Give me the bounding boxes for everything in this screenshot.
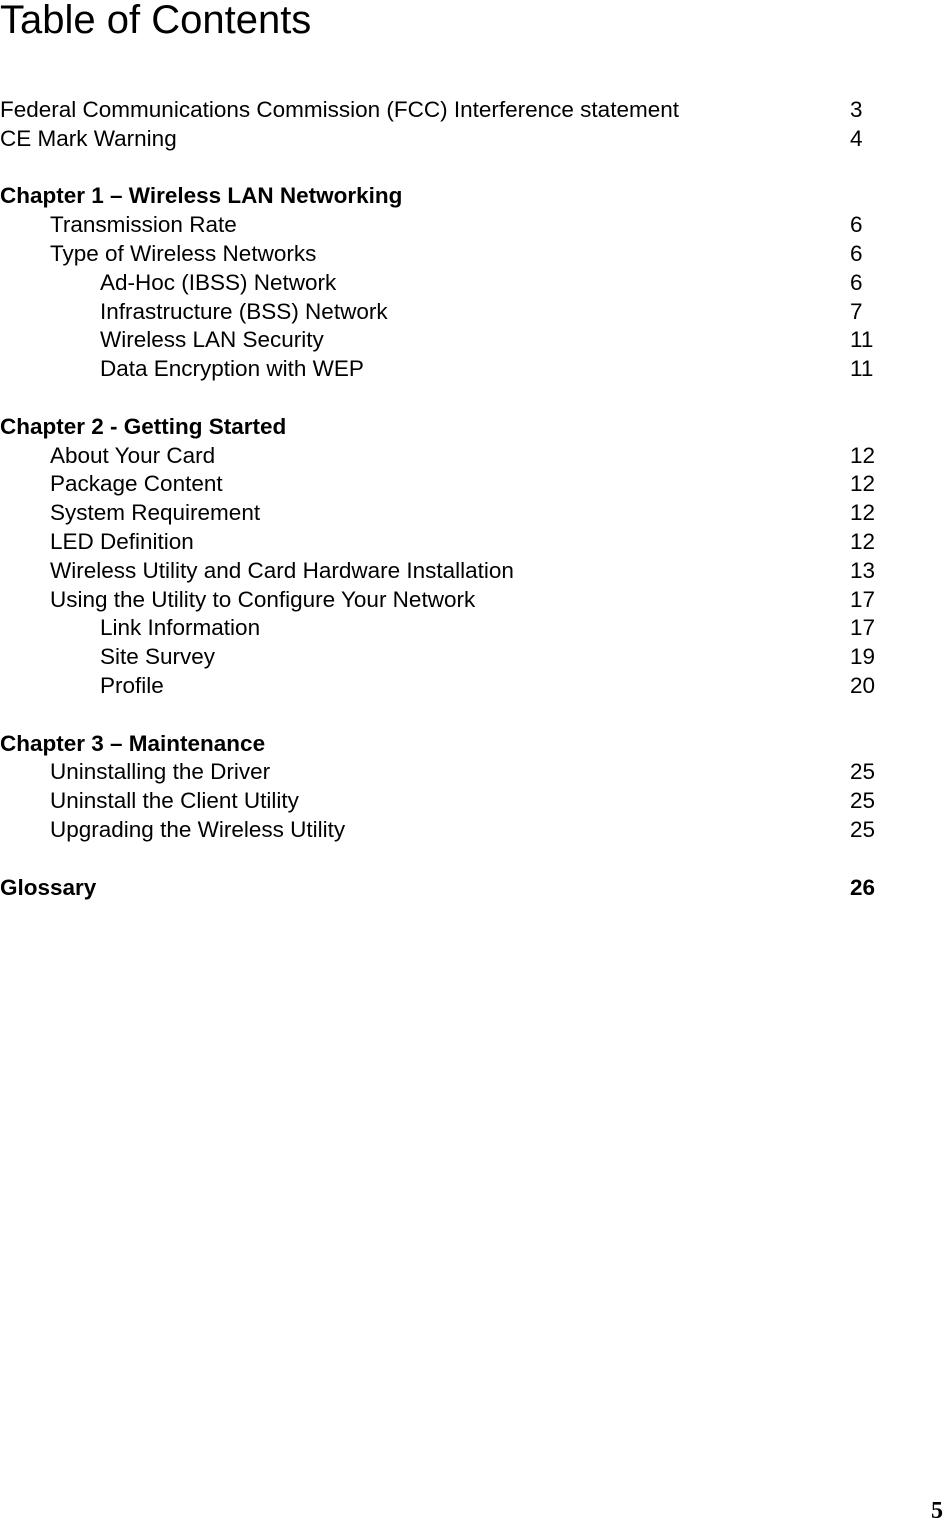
toc-spacer: [0, 154, 943, 183]
toc-entry[interactable]: About Your Card 12: [0, 442, 943, 471]
toc-entry[interactable]: Wireless Utility and Card Hardware Insta…: [0, 557, 943, 586]
toc-entry-label: Uninstalling the Driver: [50, 759, 271, 785]
toc-entry-page: 26: [850, 874, 876, 900]
toc-entry-page: 25: [850, 816, 876, 842]
toc-entry-label: Infrastructure (BSS) Network: [100, 298, 388, 324]
toc-entry-label: Wireless LAN Security: [100, 327, 324, 353]
toc-entry-page: 25: [850, 759, 876, 785]
toc-entry-label: Chapter 3 – Maintenance: [0, 730, 266, 756]
toc-entry-page: 17: [850, 586, 876, 612]
toc-entry-label: Link Information: [100, 615, 261, 641]
toc-entry-page: 19: [850, 644, 876, 670]
toc-entry[interactable]: Uninstalling the Driver 25: [0, 758, 943, 787]
toc-entry-page: 6: [850, 269, 863, 295]
toc-entry-label: Data Encryption with WEP: [100, 356, 364, 382]
toc-entry[interactable]: Profile 20: [0, 672, 943, 701]
toc-entry-label: CE Mark Warning: [0, 125, 177, 151]
toc-entry-label: Type of Wireless Networks: [50, 240, 317, 266]
toc-entry[interactable]: Infrastructure (BSS) Network 7: [0, 298, 943, 327]
toc-entry-label: Transmission Rate: [50, 212, 237, 238]
toc-entry-page: 17: [850, 615, 876, 641]
toc-entry-label: Site Survey: [100, 644, 216, 670]
toc-entry[interactable]: Federal Communications Commission (FCC) …: [0, 96, 943, 125]
toc-chapter-entry[interactable]: Glossary 26: [0, 874, 943, 903]
toc-entry-label: Ad-Hoc (IBSS) Network: [100, 269, 337, 295]
toc-spacer: [0, 384, 943, 413]
toc-entry-page: 4: [850, 125, 863, 151]
toc-entry[interactable]: Site Survey 19: [0, 643, 943, 672]
toc-chapter-entry[interactable]: Chapter 1 – Wireless LAN Networking: [0, 182, 943, 211]
toc-entry-label: Glossary: [0, 874, 97, 900]
toc-entry[interactable]: Wireless LAN Security 11: [0, 326, 943, 355]
toc-entry-label: System Requirement: [50, 500, 261, 526]
toc-entry[interactable]: Package Content 12: [0, 470, 943, 499]
toc-entry-page: 11: [850, 356, 874, 382]
toc-entry-page: 12: [850, 528, 876, 554]
toc-entry-label: Wireless Utility and Card Hardware Insta…: [50, 557, 514, 583]
toc-entry-label: Using the Utility to Configure Your Netw…: [50, 586, 476, 612]
table-of-contents: Federal Communications Commission (FCC) …: [0, 96, 943, 902]
toc-entry[interactable]: Ad-Hoc (IBSS) Network 6: [0, 269, 943, 298]
toc-entry-page: 7: [850, 298, 863, 324]
toc-chapter-entry[interactable]: Chapter 3 – Maintenance: [0, 730, 943, 759]
toc-entry[interactable]: LED Definition 12: [0, 528, 943, 557]
toc-entry-label: Federal Communications Commission (FCC) …: [0, 97, 679, 122]
toc-entry-page: 6: [850, 240, 863, 266]
toc-entry-label: Upgrading the Wireless Utility: [50, 816, 346, 842]
toc-entry-label: Chapter 1 – Wireless LAN Networking: [0, 183, 403, 209]
toc-entry-page: 3: [850, 97, 863, 122]
toc-entry[interactable]: Uninstall the Client Utility 25: [0, 787, 943, 816]
toc-entry-page: 25: [850, 788, 876, 814]
toc-entry-label: Chapter 2 - Getting Started: [0, 413, 287, 439]
toc-spacer: [0, 845, 943, 874]
toc-entry-label: Profile: [100, 672, 164, 698]
toc-entry-page: 11: [850, 327, 874, 353]
toc-entry-label: Uninstall the Client Utility: [50, 788, 299, 814]
page-title: Table of Contents: [0, 0, 312, 42]
toc-entry[interactable]: System Requirement 12: [0, 499, 943, 528]
page-number: 5: [931, 1498, 943, 1524]
toc-entry[interactable]: Link Information 17: [0, 614, 943, 643]
toc-entry-page: 12: [850, 442, 876, 468]
toc-entry-label: LED Definition: [50, 528, 194, 554]
toc-entry-page: 12: [850, 500, 876, 526]
toc-entry[interactable]: Transmission Rate 6: [0, 211, 943, 240]
toc-entry[interactable]: Type of Wireless Networks 6: [0, 240, 943, 269]
toc-spacer: [0, 701, 943, 730]
toc-entry-page: 6: [850, 212, 863, 238]
toc-entry[interactable]: Using the Utility to Configure Your Netw…: [0, 586, 943, 615]
toc-entry-page: 12: [850, 471, 876, 497]
toc-entry[interactable]: Data Encryption with WEP 11: [0, 355, 943, 384]
toc-entry-label: About Your Card: [50, 442, 216, 468]
toc-entry-label: Package Content: [50, 471, 223, 497]
toc-entry[interactable]: CE Mark Warning 4: [0, 125, 943, 154]
toc-entry[interactable]: Upgrading the Wireless Utility 25: [0, 816, 943, 845]
toc-chapter-entry[interactable]: Chapter 2 - Getting Started: [0, 413, 943, 442]
toc-entry-page: 20: [850, 672, 876, 698]
toc-entry-page: 13: [850, 557, 876, 583]
